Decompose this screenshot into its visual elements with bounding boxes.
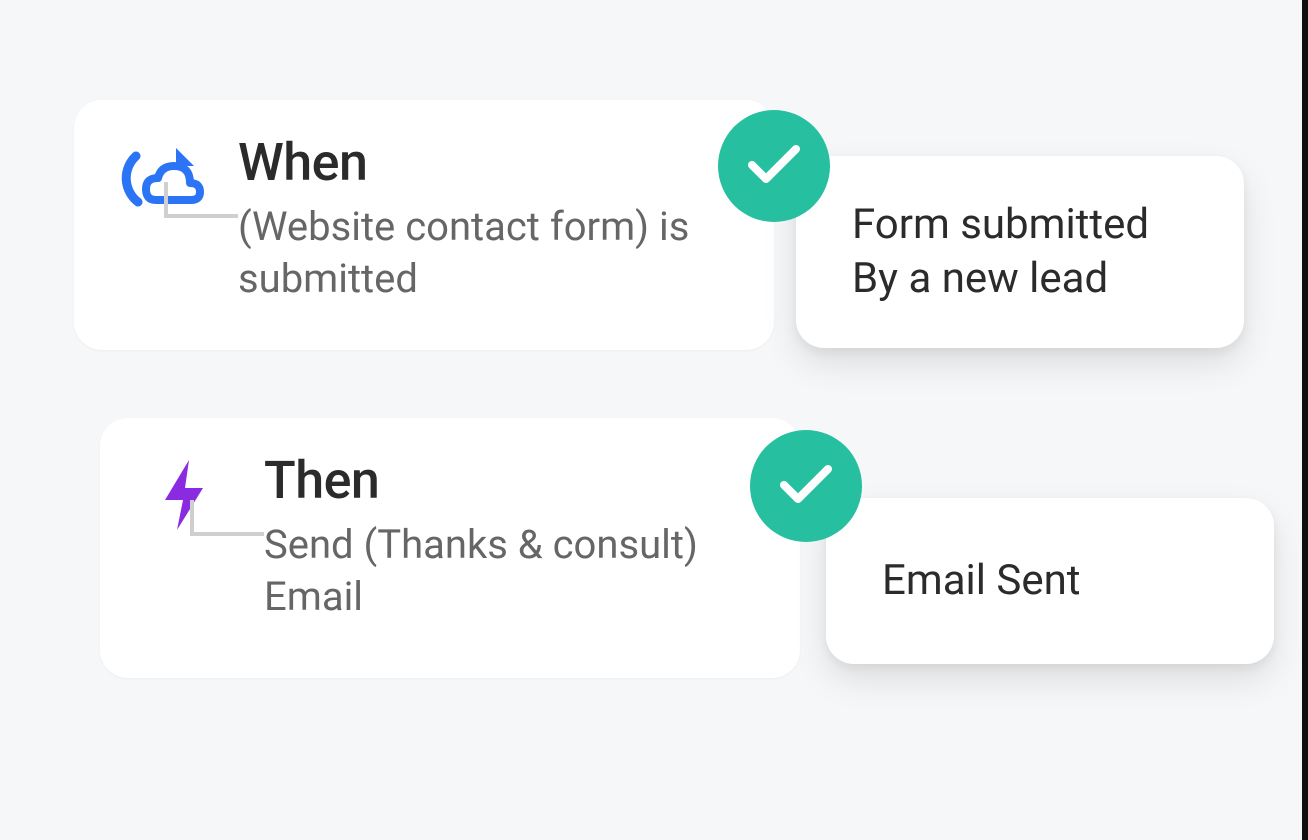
rule-text: When (Website contact form) is submitted [198,134,698,305]
status-line: Form submitted [852,198,1188,252]
rule-title: Then [264,452,724,509]
status-card-when[interactable]: Form submitted By a new lead [796,156,1244,348]
rule-card-then[interactable]: Then Send (Thanks & consult) Email [100,418,800,678]
status-line: By a new lead [852,252,1188,306]
rule-title: When [238,134,698,191]
right-border [1302,0,1308,840]
rule-subtitle: Send (Thanks & consult) Email [264,519,724,623]
rule-text: Then Send (Thanks & consult) Email [224,452,724,623]
connector-elbow-icon [188,500,266,556]
status-line: Email Sent [882,554,1218,608]
status-card-then[interactable]: Email Sent [826,498,1274,664]
rule-card-when[interactable]: When (Website contact form) is submitted [74,100,774,350]
check-badge [750,430,862,542]
check-icon [779,463,833,509]
check-badge [718,110,830,222]
automation-canvas: When (Website contact form) is submitted… [0,0,1308,840]
connector-elbow-icon [162,182,240,238]
check-icon [747,143,801,189]
rule-subtitle: (Website contact form) is submitted [238,201,698,305]
